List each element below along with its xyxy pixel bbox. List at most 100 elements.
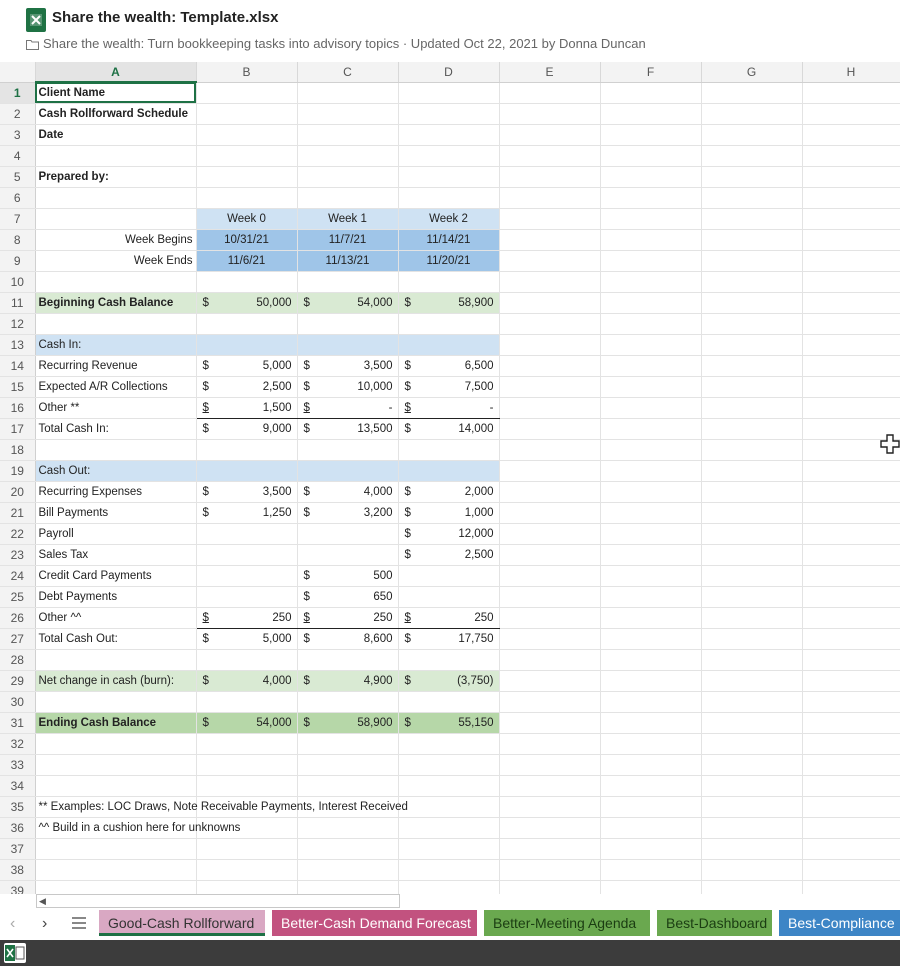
cell-f32[interactable] (600, 733, 702, 755)
cell-c27[interactable]: $8,600 (297, 628, 399, 650)
cell-h7[interactable] (802, 208, 900, 230)
cell-c13[interactable] (297, 334, 399, 356)
cell-b27[interactable]: $5,000 (196, 628, 298, 650)
cell-e18[interactable] (499, 439, 601, 461)
cell-h12[interactable] (802, 313, 900, 335)
cell-b1[interactable] (196, 82, 298, 104)
column-header-c[interactable]: C (297, 62, 399, 83)
cell-b24[interactable] (196, 565, 298, 587)
cell-d32[interactable] (398, 733, 500, 755)
cell-b12[interactable] (196, 313, 298, 335)
cell-h1[interactable] (802, 82, 900, 104)
cell-h16[interactable] (802, 397, 900, 419)
cell-a17[interactable]: Total Cash In: (35, 418, 197, 440)
cell-b28[interactable] (196, 649, 298, 671)
cell-g23[interactable] (701, 544, 803, 566)
cell-a11[interactable]: Beginning Cash Balance (35, 292, 197, 314)
row-header-19[interactable]: 19 (0, 460, 36, 482)
cell-g31[interactable] (701, 712, 803, 734)
cell-h25[interactable] (802, 586, 900, 608)
cell-h26[interactable] (802, 607, 900, 629)
cell-g15[interactable] (701, 376, 803, 398)
cell-b18[interactable] (196, 439, 298, 461)
cell-e36[interactable] (499, 817, 601, 839)
cell-b37[interactable] (196, 838, 298, 860)
cell-a7[interactable] (35, 208, 197, 230)
cell-g39[interactable] (701, 880, 803, 894)
cell-f17[interactable] (600, 418, 702, 440)
cell-a25[interactable]: Debt Payments (35, 586, 197, 608)
cell-g26[interactable] (701, 607, 803, 629)
row-header-11[interactable]: 11 (0, 292, 36, 314)
cell-h36[interactable] (802, 817, 900, 839)
cell-f27[interactable] (600, 628, 702, 650)
cell-h29[interactable] (802, 670, 900, 692)
spreadsheet-grid[interactable]: A B C D E F G H 1 Client Name 2 Cash Rollfo… (0, 62, 900, 894)
cell-a5[interactable]: Prepared by: (35, 166, 197, 188)
cell-d31[interactable]: $55,150 (398, 712, 500, 734)
cell-h35[interactable] (802, 796, 900, 818)
cell-e7[interactable] (499, 208, 601, 230)
cell-f25[interactable] (600, 586, 702, 608)
row-header-20[interactable]: 20 (0, 481, 36, 503)
cell-a10[interactable] (35, 271, 197, 293)
cell-f13[interactable] (600, 334, 702, 356)
cell-f10[interactable] (600, 271, 702, 293)
cell-a6[interactable] (35, 187, 197, 209)
cell-d16[interactable]: $ - (398, 397, 500, 419)
cell-a20[interactable]: Recurring Expenses (35, 481, 197, 503)
cell-g1[interactable] (701, 82, 803, 104)
cell-b13[interactable] (196, 334, 298, 356)
row-header-4[interactable]: 4 (0, 145, 36, 167)
horizontal-scrollbar[interactable]: ◀ (36, 894, 400, 908)
cell-g19[interactable] (701, 460, 803, 482)
cell-g37[interactable] (701, 838, 803, 860)
cell-h8[interactable] (802, 229, 900, 251)
cell-a34[interactable] (35, 775, 197, 797)
cell-d13[interactable] (398, 334, 500, 356)
cell-f7[interactable] (600, 208, 702, 230)
cell-b25[interactable] (196, 586, 298, 608)
cell-d33[interactable] (398, 754, 500, 776)
cell-c21[interactable]: $3,200 (297, 502, 399, 524)
cell-f12[interactable] (600, 313, 702, 335)
cell-c30[interactable] (297, 691, 399, 713)
cell-d25[interactable] (398, 586, 500, 608)
row-header-31[interactable]: 31 (0, 712, 36, 734)
cell-e38[interactable] (499, 859, 601, 881)
row-header-22[interactable]: 22 (0, 523, 36, 545)
cell-h19[interactable] (802, 460, 900, 482)
cell-c37[interactable] (297, 838, 399, 860)
cell-f9[interactable] (600, 250, 702, 272)
cell-g11[interactable] (701, 292, 803, 314)
cell-e19[interactable] (499, 460, 601, 482)
cell-c16[interactable]: $ - (297, 397, 399, 419)
cell-a32[interactable] (35, 733, 197, 755)
cell-e30[interactable] (499, 691, 601, 713)
sheet-tab-good-cash-rollforward[interactable]: Good-Cash Rollforward (99, 910, 265, 936)
sheet-tab-better-cash-demand-forecast[interactable]: Better-Cash Demand Forecast (272, 910, 477, 936)
cell-a33[interactable] (35, 754, 197, 776)
cell-e17[interactable] (499, 418, 601, 440)
cell-a22[interactable]: Payroll (35, 523, 197, 545)
cell-a23[interactable]: Sales Tax (35, 544, 197, 566)
cell-c19[interactable] (297, 460, 399, 482)
cell-b31[interactable]: $54,000 (196, 712, 298, 734)
cell-c17[interactable]: $13,500 (297, 418, 399, 440)
cell-f18[interactable] (600, 439, 702, 461)
cell-b21[interactable]: $1,250 (196, 502, 298, 524)
cell-d12[interactable] (398, 313, 500, 335)
cell-h2[interactable] (802, 103, 900, 125)
cell-d26[interactable]: $250 (398, 607, 500, 629)
cell-a21[interactable]: Bill Payments (35, 502, 197, 524)
cell-a12[interactable] (35, 313, 197, 335)
cell-e37[interactable] (499, 838, 601, 860)
row-header-2[interactable]: 2 (0, 103, 36, 125)
row-header-14[interactable]: 14 (0, 355, 36, 377)
cell-h28[interactable] (802, 649, 900, 671)
cell-c20[interactable]: $4,000 (297, 481, 399, 503)
cell-f8[interactable] (600, 229, 702, 251)
cell-c5[interactable] (297, 166, 399, 188)
row-header-8[interactable]: 8 (0, 229, 36, 251)
row-header-21[interactable]: 21 (0, 502, 36, 524)
